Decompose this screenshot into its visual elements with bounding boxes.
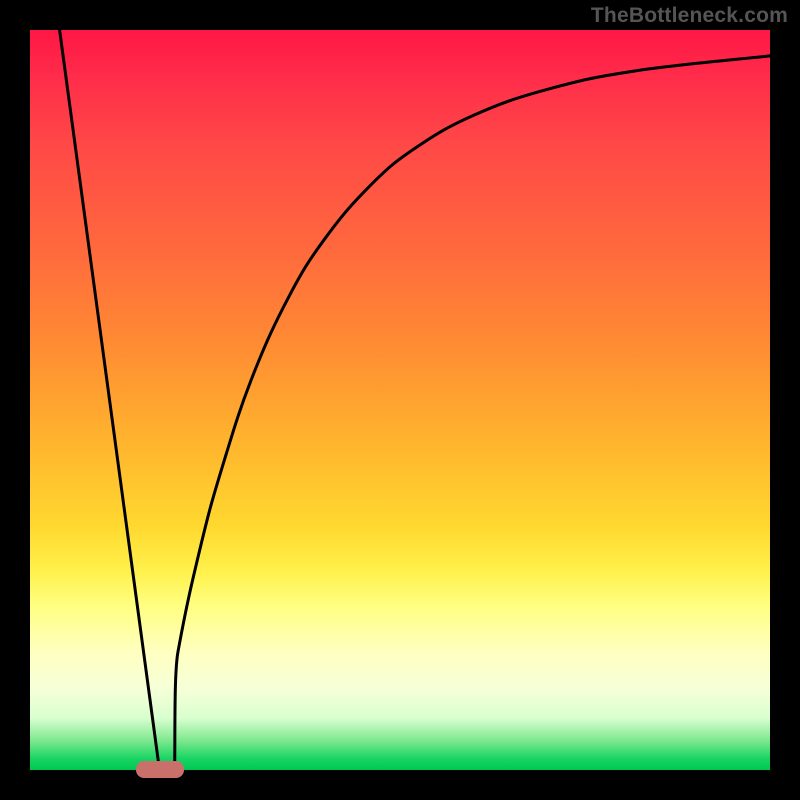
optimum-marker	[136, 761, 184, 778]
watermark-text: TheBottleneck.com	[591, 4, 788, 28]
plot-area	[30, 30, 770, 770]
curve-layer	[30, 30, 770, 770]
bottleneck-curve	[60, 30, 770, 800]
chart-frame: TheBottleneck.com	[0, 0, 800, 800]
